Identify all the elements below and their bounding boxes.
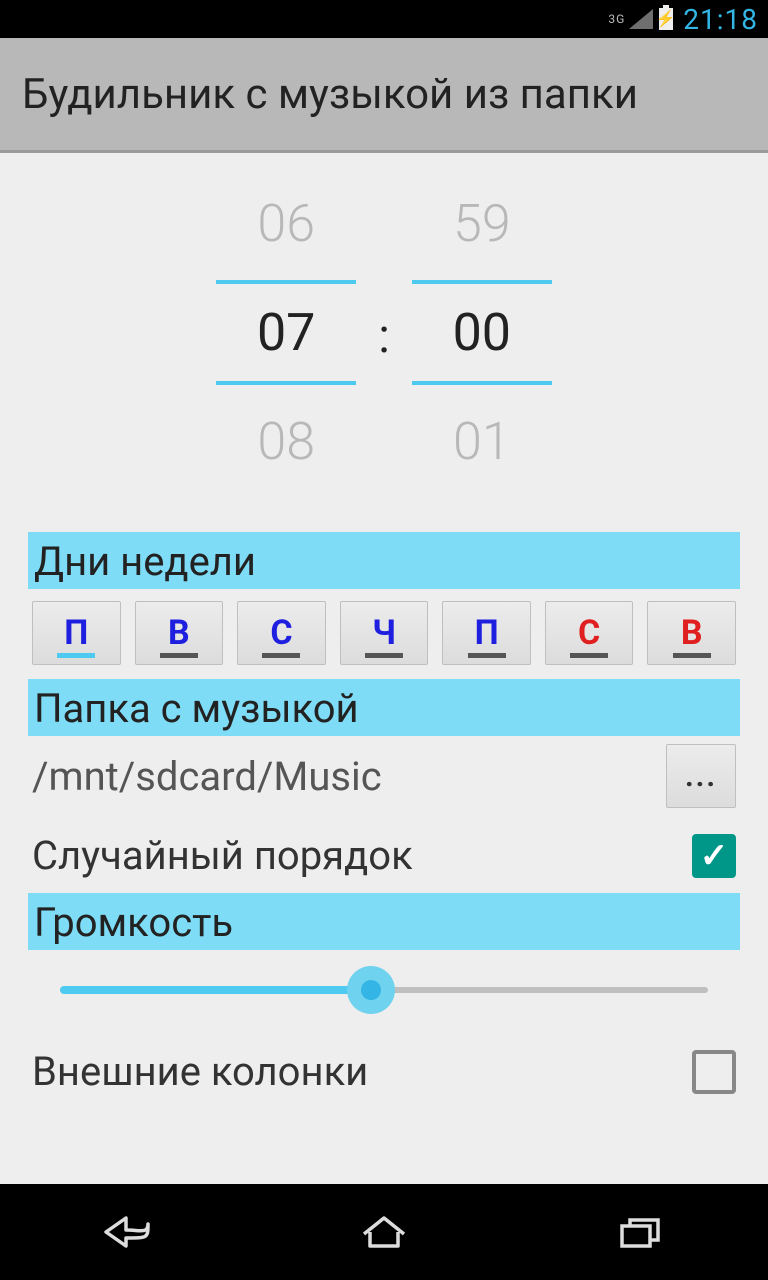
slider-thumb[interactable] (347, 966, 395, 1014)
day-toggle-5[interactable]: С (545, 601, 634, 665)
day-toggle-0[interactable]: П (32, 601, 121, 665)
day-toggle-label: В (168, 613, 190, 653)
day-toggle-3[interactable]: Ч (340, 601, 429, 665)
network-3g-label: 3G (608, 12, 625, 26)
back-button[interactable] (68, 1202, 188, 1262)
hour-prev[interactable]: 06 (257, 193, 315, 254)
minute-picker[interactable]: 59 00 01 (412, 193, 552, 472)
page-title: Будильник с музыкой из папки (22, 70, 638, 119)
minute-next[interactable]: 01 (453, 411, 511, 472)
status-bar: 3G ⚡ 21:18 (0, 0, 768, 38)
minute-current[interactable]: 00 (412, 280, 552, 385)
volume-slider-wrap (0, 950, 768, 1034)
back-icon (98, 1212, 158, 1252)
action-bar: Будильник с музыкой из папки (0, 38, 768, 153)
day-toggle-label: П (64, 613, 88, 653)
battery-charging-icon: ⚡ (659, 8, 673, 30)
external-speakers-label: Внешние колонки (32, 1048, 368, 1095)
time-separator: : (378, 307, 390, 364)
section-volume-header: Громкость (28, 893, 740, 950)
signal-icon (629, 9, 653, 29)
navigation-bar (0, 1184, 768, 1280)
day-toggle-2[interactable]: С (237, 601, 326, 665)
recent-apps-button[interactable] (580, 1202, 700, 1262)
slider-fill (60, 986, 371, 994)
content-area: 06 07 08 : 59 00 01 Дни недели П В С Ч П С В П… (0, 153, 768, 1184)
day-toggle-indicator (673, 653, 711, 658)
recent-apps-icon (614, 1212, 666, 1252)
status-icons: 3G ⚡ (608, 8, 673, 30)
day-toggle-label: Ч (372, 613, 396, 653)
day-toggle-label: В (681, 613, 703, 653)
day-toggle-indicator (57, 653, 95, 658)
section-days-header: Дни недели (28, 532, 740, 589)
external-speakers-row[interactable]: Внешние колонки (0, 1034, 768, 1109)
external-speakers-checkbox[interactable] (692, 1050, 736, 1094)
days-row: ПВСЧПСВ (0, 589, 768, 679)
folder-path-text: /mnt/sdcard/Music (32, 753, 648, 800)
day-toggle-indicator (570, 653, 608, 658)
shuffle-label: Случайный порядок (32, 832, 413, 879)
day-toggle-4[interactable]: П (442, 601, 531, 665)
shuffle-checkbox[interactable] (692, 834, 736, 878)
day-toggle-indicator (160, 653, 198, 658)
status-clock: 21:18 (683, 3, 758, 36)
home-icon (354, 1212, 414, 1252)
day-toggle-label: С (578, 613, 600, 653)
day-toggle-6[interactable]: В (647, 601, 736, 665)
home-button[interactable] (324, 1202, 444, 1262)
day-toggle-indicator (468, 653, 506, 658)
day-toggle-indicator (365, 653, 403, 658)
hour-current[interactable]: 07 (216, 280, 356, 385)
day-toggle-label: П (475, 613, 499, 653)
hour-picker[interactable]: 06 07 08 (216, 193, 356, 472)
day-toggle-label: С (270, 613, 292, 653)
shuffle-row[interactable]: Случайный порядок (0, 818, 768, 893)
folder-row: /mnt/sdcard/Music ... (0, 736, 768, 818)
hour-next[interactable]: 08 (257, 411, 315, 472)
day-toggle-1[interactable]: В (135, 601, 224, 665)
volume-slider[interactable] (60, 970, 708, 1010)
section-folder-header: Папка с музыкой (28, 679, 740, 736)
browse-folder-button[interactable]: ... (666, 744, 736, 808)
day-toggle-indicator (262, 653, 300, 658)
minute-prev[interactable]: 59 (453, 193, 511, 254)
time-picker[interactable]: 06 07 08 : 59 00 01 (0, 153, 768, 532)
